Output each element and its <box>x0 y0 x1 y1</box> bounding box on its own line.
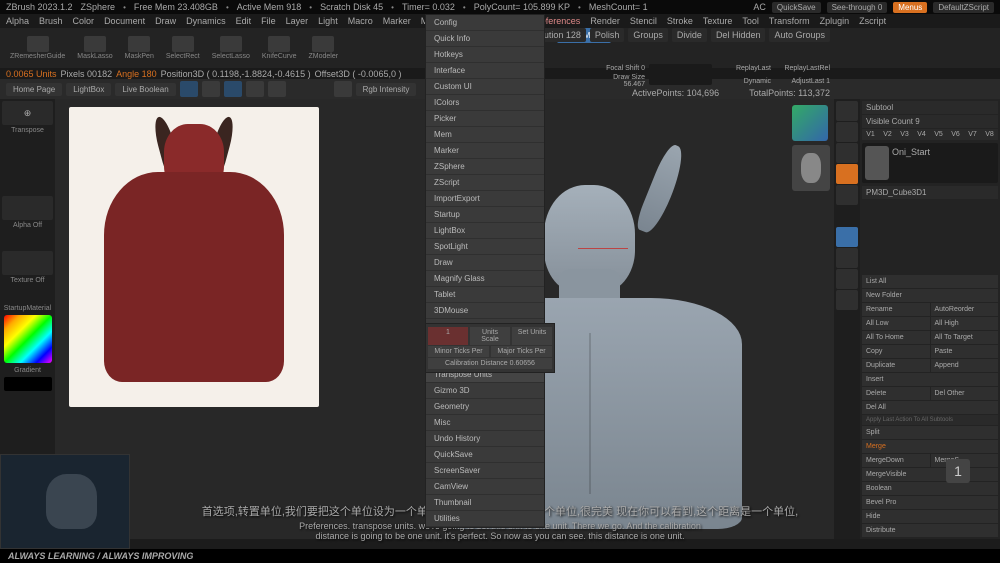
newfolder-button[interactable]: New Folder <box>862 289 998 302</box>
seethrough-button[interactable]: See-through 0 <box>827 2 888 13</box>
alpha-tool[interactable] <box>2 196 53 220</box>
scale-icon[interactable] <box>246 81 264 97</box>
draw-icon[interactable] <box>202 81 220 97</box>
subtool-header[interactable]: Subtool <box>862 101 998 114</box>
app-name: ZBrush 2023.1.2 <box>6 2 73 12</box>
menu-edit[interactable]: Edit <box>236 16 252 26</box>
gpv-icon[interactable] <box>836 227 858 247</box>
polish-button[interactable]: Polish <box>590 28 625 42</box>
subtool-panel: Subtool Visible Count 9 V1 V2 V3 V4 V5 V… <box>860 99 1000 539</box>
rotate-icon[interactable] <box>836 290 858 310</box>
menu-render[interactable]: Render <box>590 16 620 26</box>
menu-document[interactable]: Document <box>104 16 145 26</box>
v1-tab[interactable]: V1 <box>862 129 879 140</box>
brush-zmodeler[interactable]: ZModeler <box>304 34 342 62</box>
delhidden-button[interactable]: Del Hidden <box>711 28 766 42</box>
menus-button[interactable]: Menus <box>893 2 927 13</box>
rotate-icon[interactable] <box>268 81 286 97</box>
listall-button[interactable]: List All <box>862 275 998 288</box>
edit-icon[interactable] <box>180 81 198 97</box>
axis-indicator[interactable] <box>792 105 828 141</box>
script-button[interactable]: DefaultZScript <box>933 2 994 13</box>
units-scale-value[interactable]: 1 <box>428 327 468 345</box>
quicksave-button[interactable]: QuickSave <box>772 2 821 13</box>
sculpt-model[interactable] <box>345 99 834 539</box>
drawsize-slider[interactable] <box>649 77 712 85</box>
bottom-banner: ALWAYS LEARNING / ALWAYS IMPROVING <box>0 549 1000 563</box>
brush-masklasso[interactable]: MaskLasso <box>73 34 116 62</box>
gradient-swatch[interactable] <box>4 377 52 391</box>
menu-macro[interactable]: Macro <box>348 16 373 26</box>
floor-icon[interactable] <box>836 164 858 184</box>
menu-transform[interactable]: Transform <box>769 16 810 26</box>
brush-selectlasso[interactable]: SelectLasso <box>208 34 254 62</box>
brush-maskpen[interactable]: MaskPen <box>121 34 158 62</box>
homepage-button[interactable]: Home Page <box>6 83 62 96</box>
nav-icon[interactable] <box>836 248 858 268</box>
menu-layer[interactable]: Layer <box>286 16 309 26</box>
mrgb-icon[interactable] <box>334 81 352 97</box>
menu-tool[interactable]: Tool <box>742 16 759 26</box>
view-number-badge: 1 <box>946 459 970 483</box>
lightbox-button[interactable]: LightBox <box>66 83 111 96</box>
dynamic-icon[interactable] <box>836 185 858 205</box>
menu-marker[interactable]: Marker <box>383 16 411 26</box>
menu-draw[interactable]: Draw <box>155 16 176 26</box>
focal-slider[interactable] <box>649 64 712 72</box>
title-bar: ZBrush 2023.1.2 ZSphere• Free Mem 23.408… <box>0 0 1000 14</box>
menu-color[interactable]: Color <box>73 16 95 26</box>
pref-config[interactable]: Config <box>426 15 544 31</box>
set-units-button[interactable]: Set Units <box>512 327 552 345</box>
groups-button[interactable]: Groups <box>628 28 668 42</box>
calibration-distance[interactable]: Calibration Distance 0.60656 <box>428 358 552 369</box>
reference-image[interactable] <box>69 107 319 407</box>
menu-zplugin[interactable]: Zplugin <box>820 16 850 26</box>
right-icon-strip <box>834 99 860 539</box>
brush-selectrect[interactable]: SelectRect <box>162 34 204 62</box>
camview-thumbnail[interactable] <box>792 145 830 191</box>
menu-file[interactable]: File <box>261 16 276 26</box>
brush-knifecurve[interactable]: KnifeCurve <box>258 34 301 62</box>
draw-sliders: Focal Shift 0 ReplayLastReplayLastRel Dr… <box>590 64 830 88</box>
texture-tool[interactable] <box>2 251 53 275</box>
persp-icon[interactable] <box>836 143 858 163</box>
menu-stroke[interactable]: Stroke <box>667 16 693 26</box>
rgbintensity-button[interactable]: Rgb Intensity <box>356 83 417 96</box>
subtool-item-cube[interactable]: PM3D_Cube3D1 <box>862 186 998 199</box>
divide-button[interactable]: Divide <box>672 28 707 42</box>
color-picker[interactable] <box>4 315 52 363</box>
menu-zscript[interactable]: Zscript <box>859 16 886 26</box>
preferences-dropdown: Config Quick Info Hotkeys Interface Cust… <box>425 14 545 528</box>
menu-alpha[interactable]: Alpha <box>6 16 29 26</box>
brush-zremesher[interactable]: ZRemesherGuide <box>6 34 69 62</box>
5pts-icon[interactable] <box>836 101 858 121</box>
subtool-item-oni[interactable]: Oni_Start <box>862 143 998 183</box>
point-counts: ActivePoints: 104,696TotalPoints: 113,37… <box>632 88 830 98</box>
liveboolean-button[interactable]: Live Boolean <box>115 83 175 96</box>
transpose-gizmo[interactable] <box>563 218 643 278</box>
zoom-icon[interactable] <box>836 269 858 289</box>
dynamesh-options: Resolution 128 Polish Groups Divide Del … <box>516 28 830 42</box>
menu-stencil[interactable]: Stencil <box>630 16 657 26</box>
menu-light[interactable]: Light <box>318 16 338 26</box>
menu-brush[interactable]: Brush <box>39 16 63 26</box>
actual-icon[interactable] <box>836 122 858 142</box>
transpose-tool[interactable]: ⊕ <box>2 101 53 125</box>
menu-dynamics[interactable]: Dynamics <box>186 16 226 26</box>
menu-texture[interactable]: Texture <box>703 16 733 26</box>
transpose-units-submenu: 1Units ScaleSet Units Minor Ticks PerMaj… <box>425 323 555 373</box>
autogroups-button[interactable]: Auto Groups <box>769 28 830 42</box>
move-icon[interactable] <box>224 81 242 97</box>
